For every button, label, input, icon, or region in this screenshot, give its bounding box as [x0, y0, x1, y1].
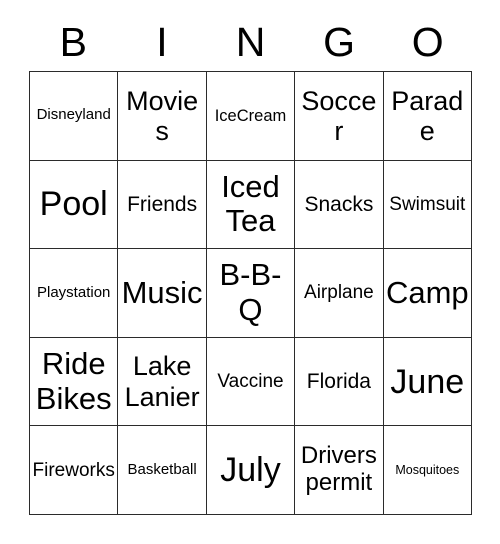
bingo-cell[interactable]: July [206, 426, 296, 515]
bingo-cell[interactable]: Music [118, 249, 207, 338]
bingo-cell[interactable]: Lake Lanier [118, 337, 207, 427]
bingo-header-row: B I N G O [29, 14, 472, 71]
bingo-cell-label: Drivers permit [300, 442, 377, 497]
bingo-cell[interactable]: Florida [295, 337, 384, 427]
bingo-cell[interactable]: Camp [383, 249, 472, 338]
bingo-cell-label: Parade [391, 85, 464, 146]
header-letter-n: N [235, 19, 266, 65]
bingo-cell-label: Music [121, 274, 203, 310]
bingo-cell-label: Fireworks [32, 459, 115, 481]
bingo-cell[interactable]: Drivers permit [295, 426, 384, 515]
bingo-cell-label: June [390, 362, 465, 401]
bingo-cell-label: July [220, 451, 281, 490]
bingo-cell-label: Playstation [37, 283, 111, 301]
bingo-cell[interactable]: Parade [383, 72, 472, 161]
bingo-cell[interactable]: Vaccine [206, 337, 296, 427]
bingo-cell-label: Snacks [304, 192, 374, 216]
bingo-cell[interactable]: Friends [118, 160, 207, 250]
bingo-grid: Disneyland Movies IceCream Soccer Parade… [29, 71, 472, 515]
bingo-cell[interactable]: Iced Tea [206, 160, 296, 250]
bingo-cell[interactable]: Soccer [295, 72, 384, 161]
bingo-cell-label: Basketball [127, 460, 197, 478]
bingo-cell-label: Vaccine [217, 370, 284, 392]
bingo-cell[interactable]: Mosquitoes [383, 426, 472, 515]
bingo-cell-label: Airplane [304, 282, 374, 304]
bingo-cell[interactable]: Playstation [30, 249, 119, 338]
bingo-cell-label: B-B-Q [219, 257, 282, 327]
bingo-cell[interactable]: Basketball [118, 426, 207, 515]
bingo-cell[interactable]: Ride Bikes [30, 337, 119, 427]
bingo-cell-label: Pool [39, 185, 108, 224]
bingo-cell-label: Camp [385, 274, 469, 310]
bingo-cell-label: Iced Tea [221, 168, 280, 239]
bingo-cell-label: Florida [306, 369, 371, 393]
bingo-cell[interactable]: IceCream [206, 72, 296, 161]
bingo-cell[interactable]: Fireworks [30, 426, 119, 515]
bingo-cell-label: Friends [127, 192, 198, 216]
bingo-cell[interactable]: Pool [30, 160, 119, 250]
bingo-cell[interactable]: Swimsuit [383, 160, 472, 250]
bingo-cell[interactable]: B-B-Q [206, 249, 296, 338]
header-letter-o: O [411, 19, 444, 65]
bingo-cell[interactable]: Snacks [295, 160, 384, 250]
bingo-cell[interactable]: Airplane [295, 249, 384, 338]
bingo-cell-label: Soccer [301, 85, 377, 146]
bingo-cell-label: IceCream [214, 106, 287, 125]
bingo-cell-label: Movies [126, 85, 199, 146]
bingo-cell[interactable]: June [383, 337, 472, 427]
bingo-cell-label: Ride Bikes [35, 345, 112, 416]
bingo-cell-label: Disneyland [36, 106, 111, 124]
header-letter-i: I [156, 19, 168, 65]
bingo-card: B I N G O Disneyland Movies IceCream Soc… [0, 0, 500, 544]
header-letter-g: G [323, 19, 356, 65]
header-letter-b: B [59, 19, 87, 65]
bingo-cell[interactable]: Disneyland [30, 72, 119, 161]
bingo-cell-label: Swimsuit [389, 193, 466, 215]
bingo-cell[interactable]: Movies [118, 72, 207, 161]
bingo-cell-label: Lake Lanier [124, 351, 200, 412]
bingo-cell-label: Mosquitoes [395, 463, 460, 478]
